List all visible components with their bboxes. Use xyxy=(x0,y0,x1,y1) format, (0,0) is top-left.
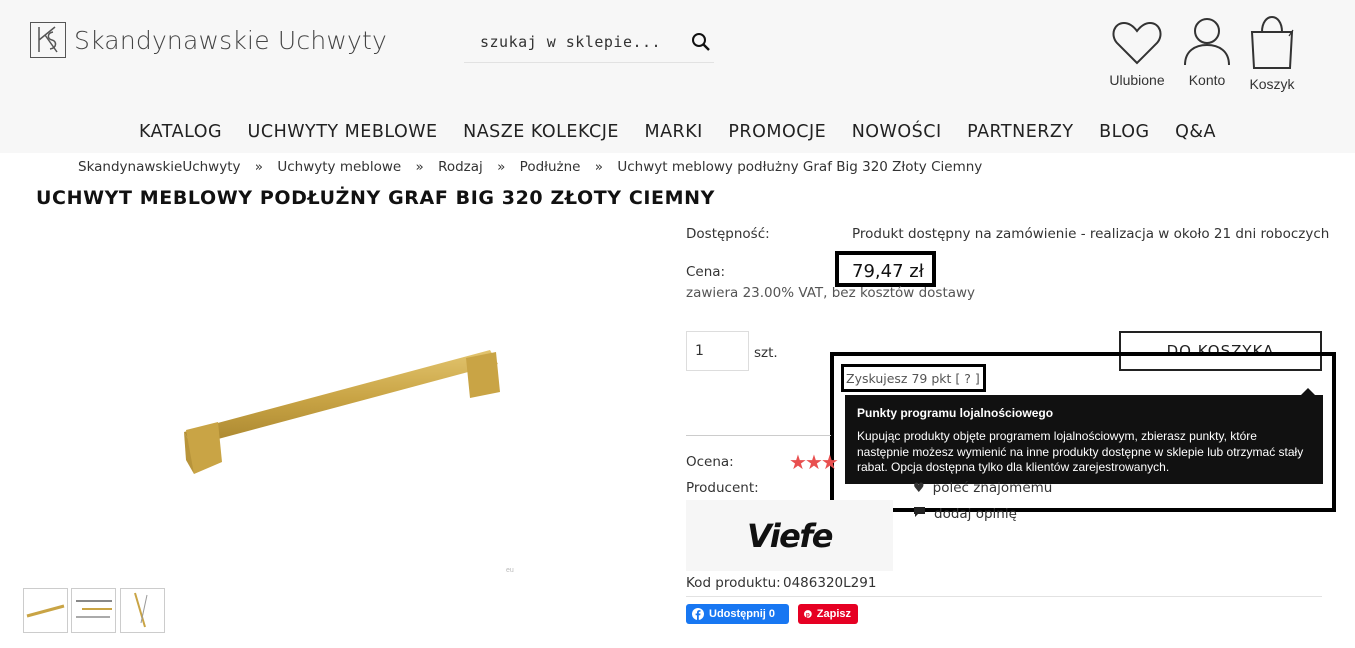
add-review-label: dodaj opinię xyxy=(934,506,1017,522)
search-input[interactable] xyxy=(464,22,684,62)
image-tag: eu xyxy=(506,567,514,574)
tooltip-title: Punkty programu lojalnościowego xyxy=(857,406,1054,420)
search-icon[interactable] xyxy=(690,31,712,58)
facebook-icon xyxy=(692,608,704,620)
star-icon: ★ xyxy=(789,452,807,474)
user-icon xyxy=(1184,18,1230,66)
breadcrumb-separator: » xyxy=(497,159,506,175)
pinterest-icon: p xyxy=(804,610,812,618)
breadcrumb-item[interactable]: Podłużne xyxy=(520,159,581,175)
breadcrumb-separator: » xyxy=(415,159,424,175)
svg-text:p: p xyxy=(806,611,810,618)
main-nav: KATALOG UCHWYTY MEBLOWE NASZE KOLEKCJE M… xyxy=(0,121,1355,142)
product-price: 79,47 zł xyxy=(852,261,924,282)
price-note: zawiera 23.00% VAT, bez kosztów dostawy xyxy=(686,285,976,301)
product-image[interactable] xyxy=(170,340,510,495)
producer-label: Producent: xyxy=(686,480,759,496)
rating-label: Ocena: xyxy=(686,454,734,470)
breadcrumb-separator: » xyxy=(594,159,604,175)
favorites-label: Ulubione xyxy=(1109,72,1165,88)
cart-link[interactable]: Koszyk xyxy=(1244,14,1300,92)
comment-icon xyxy=(913,506,926,522)
brand-name: Skandynawskie Uchwyty xyxy=(74,25,388,55)
facebook-share-label: Udostępnij 0 xyxy=(709,608,776,620)
product-thumbnail[interactable] xyxy=(120,588,165,633)
favorites-link[interactable]: Ulubione xyxy=(1105,20,1169,88)
quantity-unit: szt. xyxy=(754,345,778,361)
nav-item-qa[interactable]: Q&A xyxy=(1175,122,1216,142)
divider xyxy=(686,435,831,436)
price-label: Cena: xyxy=(686,264,726,280)
nav-item-marki[interactable]: MARKI xyxy=(644,122,702,142)
breadcrumb: SkandynawskieUchwyty » Uchwyty meblowe »… xyxy=(78,159,982,175)
nav-item-uchwyty-meblowe[interactable]: UCHWYTY MEBLOWE xyxy=(248,122,438,142)
product-thumbnail[interactable] xyxy=(23,588,68,633)
page-title: UCHWYT MEBLOWY PODŁUŻNY GRAF BIG 320 ZŁO… xyxy=(36,187,715,209)
loyalty-tooltip: Punkty programu lojalnościowego Kupując … xyxy=(845,395,1323,484)
nav-item-katalog[interactable]: KATALOG xyxy=(139,122,222,142)
recommend-label: poleć znajomemu xyxy=(932,480,1053,496)
nav-item-promocje[interactable]: PROMOCJE xyxy=(728,122,826,142)
nav-item-nasze-kolekcje[interactable]: NASZE KOLEKCJE xyxy=(463,122,619,142)
account-link[interactable]: Konto xyxy=(1180,16,1234,88)
heart-icon xyxy=(1112,21,1162,65)
product-code: 0486320L291 xyxy=(783,575,877,591)
rating-stars[interactable]: ★★★ xyxy=(789,450,839,475)
nav-item-nowosci[interactable]: NOWOŚCI xyxy=(852,122,942,142)
star-icon: ★ xyxy=(820,452,839,474)
quantity-input[interactable] xyxy=(686,331,749,371)
loyalty-points-link[interactable]: Zyskujesz 79 pkt [ ? ] xyxy=(846,371,980,386)
search-bar xyxy=(464,22,714,63)
brand-logo[interactable]: Skandynawskie Uchwyty xyxy=(30,22,387,58)
divider xyxy=(686,596,1322,597)
availability-value: Produkt dostępny na zamówienie - realiza… xyxy=(852,226,1330,242)
breadcrumb-item[interactable]: SkandynawskieUchwyty xyxy=(78,159,241,175)
account-label: Konto xyxy=(1188,72,1226,88)
site-header: Skandynawskie Uchwyty Ulubione Konto Kos… xyxy=(0,0,1355,153)
product-code-label: Kod produktu: xyxy=(686,575,781,591)
logo-mark-icon xyxy=(30,22,66,58)
product-thumbnail[interactable] xyxy=(71,588,116,633)
nav-item-partnerzy[interactable]: PARTNERZY xyxy=(967,122,1073,142)
pinterest-save-button[interactable]: p Zapisz xyxy=(798,604,858,624)
nav-item-blog[interactable]: BLOG xyxy=(1099,122,1149,142)
producer-logo[interactable]: Viefe xyxy=(686,500,893,571)
breadcrumb-separator: » xyxy=(254,159,264,175)
shopping-bag-icon xyxy=(1250,15,1294,69)
facebook-share-button[interactable]: Udostępnij 0 xyxy=(686,604,789,624)
breadcrumb-current: Uchwyt meblowy podłużny Graf Big 320 Zło… xyxy=(617,159,983,175)
pinterest-save-label: Zapisz xyxy=(816,608,851,620)
breadcrumb-item[interactable]: Rodzaj xyxy=(438,159,483,175)
tooltip-body: Kupując produkty objęte programem lojaln… xyxy=(857,429,1304,474)
cart-label: Koszyk xyxy=(1249,76,1295,92)
availability-label: Dostępność: xyxy=(686,226,770,242)
heart-icon: ♥ xyxy=(913,480,925,496)
add-review-link[interactable]: dodaj opinię xyxy=(913,506,1017,522)
star-icon: ★ xyxy=(804,452,823,474)
breadcrumb-item[interactable]: Uchwyty meblowe xyxy=(277,159,401,175)
recommend-link[interactable]: ♥ poleć znajomemu xyxy=(913,480,1052,496)
producer-logo-text: Viefe xyxy=(747,516,834,555)
